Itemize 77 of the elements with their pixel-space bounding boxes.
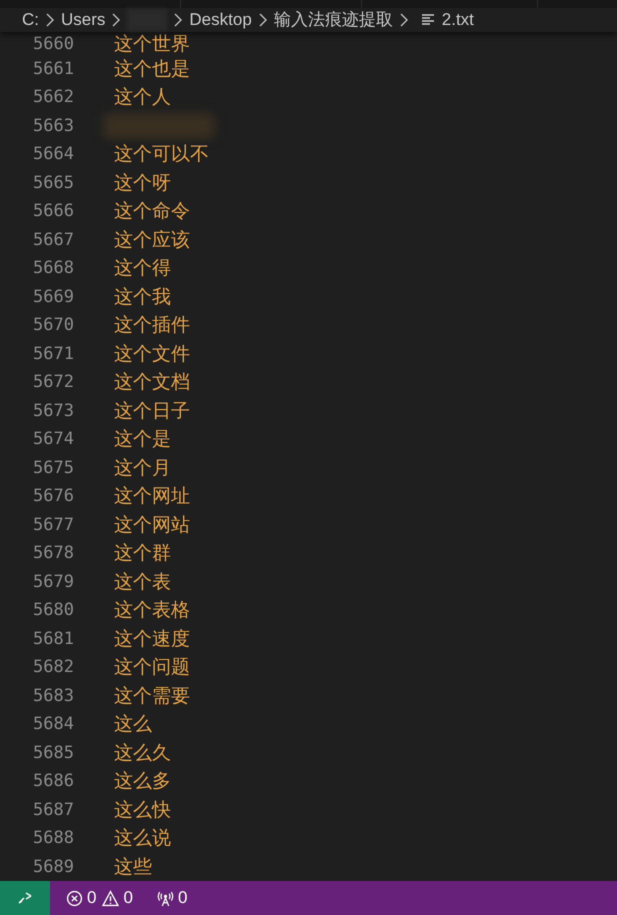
- line-number: 5685: [32, 742, 74, 763]
- breadcrumb-item[interactable]: Users: [61, 10, 106, 30]
- line-number: 5688: [32, 828, 74, 848]
- line-number: 5671: [32, 344, 74, 364]
- breadcrumb-item[interactable]: Desktop: [189, 10, 252, 30]
- line-number: 5681: [32, 628, 74, 649]
- line-number: 5675: [32, 458, 74, 478]
- line-number: 5689: [32, 856, 74, 877]
- warning-icon: [102, 890, 120, 906]
- line-number: 5669: [32, 286, 74, 307]
- code-line: 这个问题: [114, 655, 190, 680]
- line-number: 5687: [32, 800, 74, 820]
- line-number: 5678: [32, 543, 74, 564]
- line-number: 5683: [32, 686, 74, 706]
- line-number: 5676: [32, 486, 74, 506]
- code-line: 这个速度: [114, 626, 190, 652]
- problems-button[interactable]: 0 0: [64, 881, 133, 915]
- code-line: 这个应该: [114, 228, 190, 253]
- code-line: 这个人: [114, 85, 171, 110]
- code-line: 这个也是: [114, 56, 190, 82]
- line-number: 5677: [32, 514, 74, 535]
- error-icon: [66, 890, 83, 906]
- code-line: 这么: [114, 712, 152, 738]
- line-number: 5662: [32, 87, 74, 108]
- code-line: 这个命令: [114, 199, 190, 224]
- line-number: 5680: [32, 600, 74, 620]
- code-line: 这些: [114, 854, 152, 880]
- code-line: 这个我: [114, 284, 171, 310]
- code-line: 这么快: [114, 798, 171, 823]
- code-line: 这个文件: [114, 342, 190, 367]
- code-line: 这个可以不: [114, 142, 209, 168]
- code-line: 这个需要: [114, 684, 190, 709]
- line-number: 5663: [32, 116, 74, 136]
- code-line: 这么多: [114, 769, 171, 794]
- code-line: 这个插件: [114, 313, 190, 338]
- line-number: 5664: [32, 144, 74, 164]
- code-line: 这个群: [114, 541, 171, 566]
- line-number: 5679: [32, 572, 74, 592]
- line-number: 5660: [32, 34, 74, 54]
- code-line: 这个网址: [114, 484, 190, 510]
- line-number: 5668: [32, 258, 74, 278]
- line-number: 5674: [32, 429, 74, 450]
- text-file-icon: [420, 12, 435, 26]
- line-number: 5665: [32, 172, 74, 193]
- code-line: 这个网站: [114, 512, 190, 538]
- line-number: 5667: [32, 230, 74, 250]
- line-number: 5684: [32, 714, 74, 734]
- line-number: 5661: [32, 58, 74, 79]
- code-line: 这个是: [114, 427, 171, 452]
- line-number: 5682: [32, 657, 74, 678]
- antenna-icon: [156, 890, 174, 906]
- code-line: 这个表: [114, 570, 171, 595]
- code-line: 这个呀: [114, 170, 171, 196]
- line-number: 5673: [32, 400, 74, 421]
- breadcrumb-item[interactable]: 输入法痕迹提取: [274, 8, 393, 31]
- line-number: 5666: [32, 201, 74, 222]
- code-line: 这个表格: [114, 598, 190, 624]
- chevron-icon: [400, 12, 408, 26]
- breadcrumb-item[interactable]: C:: [22, 10, 39, 30]
- code-line: 这个日子: [114, 398, 190, 424]
- code-line: 这么说: [114, 826, 171, 852]
- remote-button[interactable]: [0, 881, 50, 915]
- remote-icon: [17, 890, 33, 906]
- chevron-icon: [46, 12, 54, 26]
- code-line: 这个得: [114, 256, 171, 282]
- chevron-icon: [112, 12, 120, 26]
- breadcrumb-item[interactable]: 2.txt: [442, 10, 474, 30]
- ports-button[interactable]: 0: [154, 881, 188, 915]
- code-line: 这么久: [114, 740, 171, 766]
- code-line: 这个世界: [114, 32, 190, 56]
- line-number: 5670: [32, 315, 74, 336]
- chevron-icon: [174, 12, 182, 26]
- line-number: 5672: [32, 372, 74, 392]
- line-number: 5686: [32, 771, 74, 792]
- chevron-icon: [258, 12, 267, 26]
- code-line: 这个文档: [114, 370, 190, 396]
- code-line: 这个月: [114, 456, 171, 481]
